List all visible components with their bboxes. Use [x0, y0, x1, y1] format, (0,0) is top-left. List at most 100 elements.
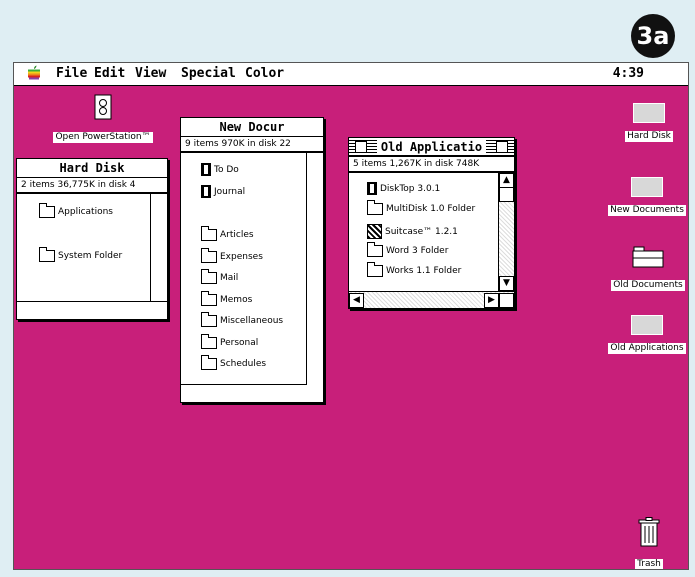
document-item[interactable]: Journal	[201, 185, 245, 198]
item-label: Journal	[214, 186, 246, 197]
old-applications-label: Old Applications	[608, 343, 686, 354]
desktop-icon-new-documents[interactable]: New Documents	[605, 177, 688, 216]
vertical-scrollbar[interactable]	[306, 153, 323, 402]
window-old-applications[interactable]: Old Applicatio 5 items 1,267K in disk 74…	[348, 137, 515, 309]
window-info-bar: 2 items 36,775K in disk 4	[17, 178, 167, 194]
folder-item[interactable]: Personal	[201, 334, 259, 349]
folder-icon	[201, 269, 217, 284]
item-label: DiskTop 3.0.1	[380, 183, 441, 194]
trash-icon	[638, 517, 660, 547]
item-label: Works 1.1 Folder	[386, 266, 462, 276]
folder-icon	[201, 226, 217, 241]
folder-icon	[367, 242, 383, 257]
item-label: Memos	[220, 295, 253, 305]
window-info-bar: 9 items 970K in disk 22	[181, 137, 323, 153]
folder-item[interactable]: Works 1.1 Folder	[367, 262, 462, 277]
window-title: Old Applicatio	[376, 140, 487, 154]
menu-clock: 4:39	[612, 66, 644, 81]
document-icon	[201, 163, 211, 176]
vertical-scrollbar[interactable]	[150, 194, 167, 301]
item-label: Miscellaneous	[220, 316, 284, 326]
folder-item[interactable]: Mail	[201, 269, 239, 284]
folder-icon	[201, 334, 217, 349]
document-icon	[201, 185, 211, 198]
application-icon	[367, 182, 377, 195]
desktop-icon-hard-disk[interactable]: Hard Disk	[610, 103, 688, 142]
window-title: New Docur	[219, 120, 285, 134]
scroll-thumb[interactable]	[499, 187, 514, 202]
close-box-icon[interactable]	[355, 141, 367, 153]
window-info-bar: 5 items 1,267K in disk 748K	[349, 157, 514, 173]
folder-item[interactable]: Applications	[39, 203, 113, 218]
mac-desktop[interactable]: File Edit View Special Color 4:39 Open P…	[13, 62, 689, 570]
item-label: MultiDisk 1.0 Folder	[386, 204, 476, 214]
desktop-icon-trash[interactable]: Trash	[628, 517, 670, 569]
resize-box-icon[interactable]	[499, 293, 514, 308]
item-label: Personal	[220, 338, 259, 348]
folder-icon	[201, 248, 217, 263]
folder-item[interactable]: Word 3 Folder	[367, 242, 449, 257]
item-label: System Folder	[58, 251, 123, 261]
folder-icon	[39, 203, 55, 218]
item-label: Applications	[58, 207, 113, 217]
folder-item[interactable]: Schedules	[201, 355, 267, 370]
apple-menu-icon[interactable]	[26, 65, 42, 81]
window-title-bar[interactable]: Old Applicatio	[349, 138, 514, 157]
powerstation-label: Open PowerStation™	[53, 132, 153, 143]
suitcase-icon	[367, 224, 382, 239]
old-documents-label: Old Documents	[611, 280, 685, 291]
folder-icon	[632, 246, 664, 268]
menu-bar: File Edit View Special Color 4:39	[14, 63, 688, 86]
window-new-documents[interactable]: New Docur 9 items 970K in disk 22 To Do …	[180, 117, 324, 403]
horizontal-scrollbar[interactable]: ◀ ▶	[349, 291, 514, 308]
zoom-box-icon[interactable]	[496, 141, 508, 153]
folder-icon	[201, 312, 217, 327]
scroll-up-arrow-icon[interactable]: ▲	[499, 173, 514, 188]
desktop-icon-old-documents[interactable]: Old Documents	[608, 246, 688, 291]
horizontal-scrollbar[interactable]	[181, 384, 307, 402]
folder-icon	[631, 315, 663, 335]
application-item[interactable]: Suitcase™ 1.2.1	[367, 224, 458, 239]
window-hard-disk[interactable]: Hard Disk 2 items 36,775K in disk 4 Appl…	[16, 158, 168, 320]
desktop-icon-powerstation[interactable]: Open PowerStation™	[48, 94, 158, 143]
document-item[interactable]: To Do	[201, 163, 239, 176]
item-label: To Do	[214, 164, 239, 175]
folder-icon	[201, 355, 217, 370]
window-title-bar[interactable]: Hard Disk	[17, 159, 167, 178]
trash-label: Trash	[635, 559, 663, 569]
system-folder-icon	[39, 247, 55, 262]
item-label: Mail	[220, 273, 239, 283]
window-content: Applications System Folder	[17, 194, 167, 319]
menu-view[interactable]: View	[135, 66, 166, 81]
folder-icon	[631, 177, 663, 197]
item-label: Suitcase™ 1.2.1	[385, 226, 458, 237]
hard-disk-icon	[633, 103, 665, 123]
menu-special[interactable]: Special	[181, 66, 236, 81]
horizontal-scrollbar[interactable]	[17, 301, 167, 319]
folder-item[interactable]: Articles	[201, 226, 254, 241]
figure-badge: 3a	[631, 14, 675, 58]
folder-item[interactable]: Expenses	[201, 248, 263, 263]
vertical-scrollbar[interactable]: ▲ ▼	[498, 173, 514, 291]
scroll-right-arrow-icon[interactable]: ▶	[484, 293, 499, 308]
folder-item[interactable]: Memos	[201, 291, 253, 306]
desktop-icon-old-applications[interactable]: Old Applications	[605, 315, 688, 354]
window-title: Hard Disk	[59, 161, 125, 175]
folder-item[interactable]: System Folder	[39, 247, 123, 262]
folder-item[interactable]: MultiDisk 1.0 Folder	[367, 200, 476, 215]
window-content: To Do Journal Articles Expenses Mail Mem…	[181, 153, 323, 402]
item-label: Schedules	[220, 359, 267, 369]
folder-icon	[367, 262, 383, 277]
window-title-bar[interactable]: New Docur	[181, 118, 323, 137]
scroll-left-arrow-icon[interactable]: ◀	[349, 293, 364, 308]
scroll-down-arrow-icon[interactable]: ▼	[499, 276, 514, 291]
item-label: Expenses	[220, 252, 263, 262]
application-item[interactable]: DiskTop 3.0.1	[367, 182, 440, 195]
menu-color[interactable]: Color	[245, 66, 284, 81]
powerstation-app-icon	[94, 94, 112, 120]
menu-edit[interactable]: Edit	[94, 66, 125, 81]
item-label: Word 3 Folder	[386, 246, 449, 256]
menu-file[interactable]: File	[56, 66, 87, 81]
folder-item[interactable]: Miscellaneous	[201, 312, 284, 327]
window-content: DiskTop 3.0.1 MultiDisk 1.0 Folder Suitc…	[349, 173, 514, 308]
